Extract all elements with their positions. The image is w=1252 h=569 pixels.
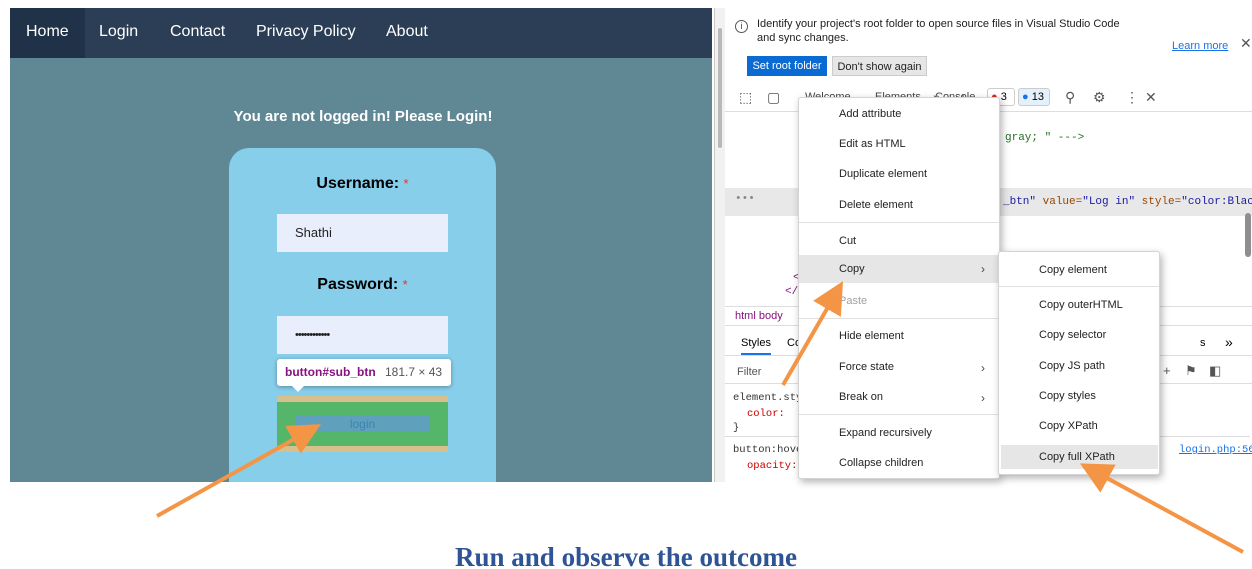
menu-force-state[interactable]: Force state › [799, 361, 999, 375]
close-devtools-icon[interactable]: ✕ [1145, 89, 1157, 106]
device-toolbar-icon[interactable]: ▢ [767, 89, 780, 106]
not-logged-in-message: You are not logged in! Please Login! [233, 108, 493, 125]
login-form-card: Username: * Shathi Password: * •••••••••… [229, 148, 496, 482]
menu-break-on-label: Break on [839, 391, 884, 403]
rule-property-color[interactable]: color: [747, 408, 785, 420]
required-asterisk: * [403, 176, 409, 191]
menu-edit-as-html[interactable]: Edit as HTML [799, 138, 906, 150]
message-count-badge[interactable]: ● 13 [1018, 88, 1050, 106]
menu-add-attribute[interactable]: Add attribute [799, 108, 901, 120]
code-value: "Log in" [1082, 196, 1136, 208]
rule-selector-element[interactable]: element.sty [733, 392, 802, 404]
menu-delete-element[interactable]: Delete element [799, 199, 913, 211]
nav-privacy-policy[interactable]: Privacy Policy [256, 8, 356, 58]
menu-copy-element[interactable]: Copy element [999, 264, 1107, 276]
menu-separator [799, 222, 999, 223]
menu-paste[interactable]: Paste [799, 295, 867, 307]
elements-scrollbar[interactable] [1243, 108, 1252, 318]
node-ellipsis[interactable]: ••• [735, 193, 755, 205]
required-asterisk: * [402, 277, 408, 292]
source-link[interactable]: login.php:56 [1179, 444, 1252, 456]
caption: Run and observe the outcome [455, 542, 797, 569]
chevron-right-icon: › [981, 262, 985, 276]
menu-break-on[interactable]: Break on › [799, 391, 999, 405]
more-subtabs-icon[interactable]: » [1225, 334, 1233, 350]
tab-layout[interactable]: s [1200, 337, 1206, 349]
connection-icon[interactable]: ⚲ [1065, 89, 1075, 106]
tab-styles[interactable]: Styles [741, 337, 771, 355]
settings-gear-icon[interactable]: ⚙ [1093, 89, 1106, 106]
menu-copy-xpath[interactable]: Copy XPath [999, 420, 1098, 432]
rule-property-opacity[interactable]: opacity: [747, 460, 797, 472]
menu-copy-js-path[interactable]: Copy JS path [999, 360, 1105, 372]
menu-separator [799, 414, 999, 415]
menu-copy-outerhtml[interactable]: Copy outerHTML [999, 299, 1123, 311]
nav-login[interactable]: Login [99, 8, 138, 58]
scrollbar-thumb[interactable] [1245, 213, 1251, 257]
menu-collapse-children[interactable]: Collapse children [799, 457, 923, 469]
code-style-attr: style= [1141, 196, 1182, 208]
tooltip-arrow [291, 385, 305, 392]
username-label-text: Username: [316, 175, 400, 192]
menu-cut[interactable]: Cut [799, 235, 856, 247]
code-style: "color:Blac [1181, 196, 1252, 208]
code-comment-line[interactable]: gray; " ---> [1005, 132, 1084, 144]
more-options-icon[interactable]: ⋮ [1125, 89, 1139, 106]
code-comment-text: gray; " ---> [1005, 132, 1085, 144]
nav-home[interactable]: Home [10, 8, 85, 58]
context-menu: Add attribute Edit as HTML Duplicate ele… [798, 97, 1000, 479]
scrollbar-thumb[interactable] [718, 28, 722, 148]
info-icon: i [735, 20, 748, 33]
message-count: 13 [1031, 91, 1044, 103]
menu-copy-styles[interactable]: Copy styles [999, 390, 1096, 402]
menu-force-state-label: Force state [839, 361, 895, 373]
dont-show-again-button[interactable]: Don't show again [832, 56, 927, 76]
inspect-element-icon[interactable]: ⬚ [739, 89, 752, 106]
username-input[interactable]: Shathi [277, 214, 448, 252]
close-icon[interactable]: ✕ [1240, 35, 1252, 52]
set-root-folder-button[interactable]: Set root folder [747, 56, 827, 76]
password-label: Password: * [229, 276, 496, 294]
menu-copy[interactable]: Copy › [799, 255, 999, 283]
navbar: Home Login Contact Privacy Policy About [10, 8, 712, 58]
info-banner: i Identify your project's root folder to… [725, 8, 1252, 78]
menu-hide-element[interactable]: Hide element [799, 330, 904, 342]
chevron-right-icon: › [981, 391, 985, 405]
banner-text: Identify your project's root folder to o… [757, 18, 1120, 44]
username-label: Username: * [229, 175, 496, 193]
learn-more-link[interactable]: Learn more [1172, 40, 1228, 52]
error-count: 3 [1000, 91, 1007, 103]
selected-node-code: _btn" value="Log in" style="color:Blac [1003, 196, 1252, 208]
nav-contact[interactable]: Contact [170, 8, 225, 58]
menu-separator [799, 318, 999, 319]
sidebar-toggle-icon[interactable]: ◧ [1209, 363, 1221, 379]
rule-selector-hover[interactable]: button:hove [733, 444, 802, 456]
nav-about[interactable]: About [386, 8, 428, 58]
toggle-element-state-icon[interactable]: ⚑ [1185, 363, 1197, 379]
menu-separator [999, 286, 1159, 287]
new-style-rule-icon[interactable]: + [1163, 363, 1171, 378]
copy-submenu: Copy element Copy outerHTML Copy selecto… [998, 251, 1160, 475]
arrow-to-copy-full-xpath [1079, 463, 1244, 554]
password-input[interactable]: •••••••••••• [277, 316, 448, 354]
menu-copy-full-xpath[interactable]: Copy full XPath [1001, 445, 1158, 469]
devtools-left-scrollbar[interactable] [715, 8, 725, 482]
code-value-attr: value= [1042, 196, 1083, 208]
tooltip-dimensions: 181.7 × 43 [385, 365, 443, 379]
code-id-tail: _btn" [1003, 196, 1037, 208]
message-icon: ● [1022, 91, 1029, 103]
tooltip-selector: button#sub_btn [285, 365, 376, 379]
chevron-right-icon: › [981, 361, 985, 375]
menu-copy-label: Copy [839, 263, 865, 275]
menu-expand-recursively[interactable]: Expand recursively [799, 427, 932, 439]
menu-duplicate-element[interactable]: Duplicate element [799, 168, 927, 180]
inspect-tooltip: button#sub_btn 181.7 × 43 [277, 359, 451, 386]
password-label-text: Password: [317, 276, 399, 293]
web-page-viewport: Home Login Contact Privacy Policy About … [10, 8, 712, 482]
menu-copy-selector[interactable]: Copy selector [999, 329, 1106, 341]
rule-close-brace: } [733, 422, 740, 434]
login-button-label: login [296, 416, 429, 432]
